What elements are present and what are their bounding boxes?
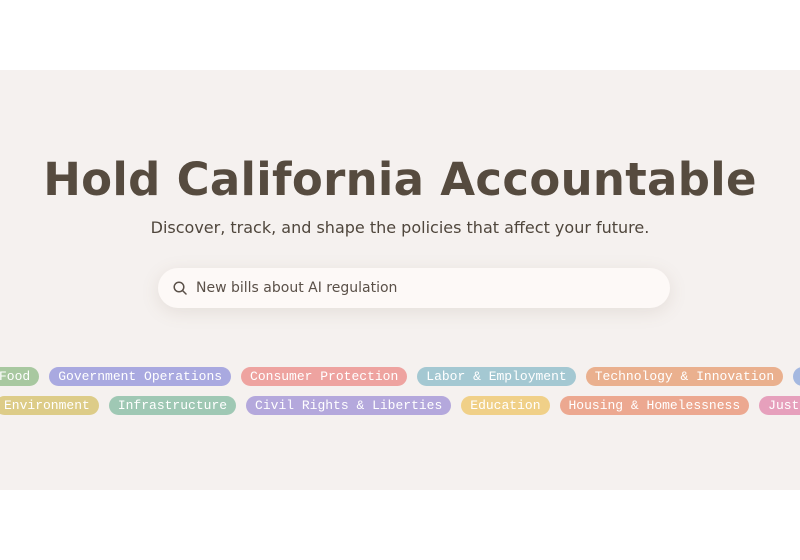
page-title: Hold California Accountable	[43, 153, 757, 206]
topic-tag[interactable]: Consumer Protection	[241, 367, 408, 386]
topic-tag[interactable]: Housing & Homelessness	[559, 396, 750, 415]
search-icon	[173, 281, 187, 295]
topic-tag[interactable]: Justice	[759, 396, 800, 415]
topic-tag[interactable]: Civil Rights & Liberties	[246, 396, 452, 415]
topic-tag[interactable]: Infrastructure	[108, 396, 237, 415]
search-input[interactable]	[194, 279, 638, 297]
page-subtitle: Discover, track, and shape the policies …	[150, 218, 650, 237]
topic-tag[interactable]: Education	[461, 396, 550, 415]
hero-section: Hold California Accountable Discover, tr…	[0, 70, 800, 490]
topic-tag[interactable]: Government Operations	[49, 367, 232, 386]
topic-tags-row-1: Food Government Operations Consumer Protec…	[0, 367, 800, 386]
topic-tag[interactable]: Food	[0, 367, 40, 386]
topic-tag[interactable]: Environment	[0, 396, 99, 415]
search-bar[interactable]	[158, 268, 670, 308]
topic-tag[interactable]: Technology & Innovation	[585, 367, 784, 386]
topic-tag[interactable]: Labor & Employment	[417, 367, 576, 386]
topic-tags-row-2: Environment Infrastructure Civil Rights & …	[0, 396, 800, 415]
topic-tag[interactable]: N	[793, 367, 800, 386]
